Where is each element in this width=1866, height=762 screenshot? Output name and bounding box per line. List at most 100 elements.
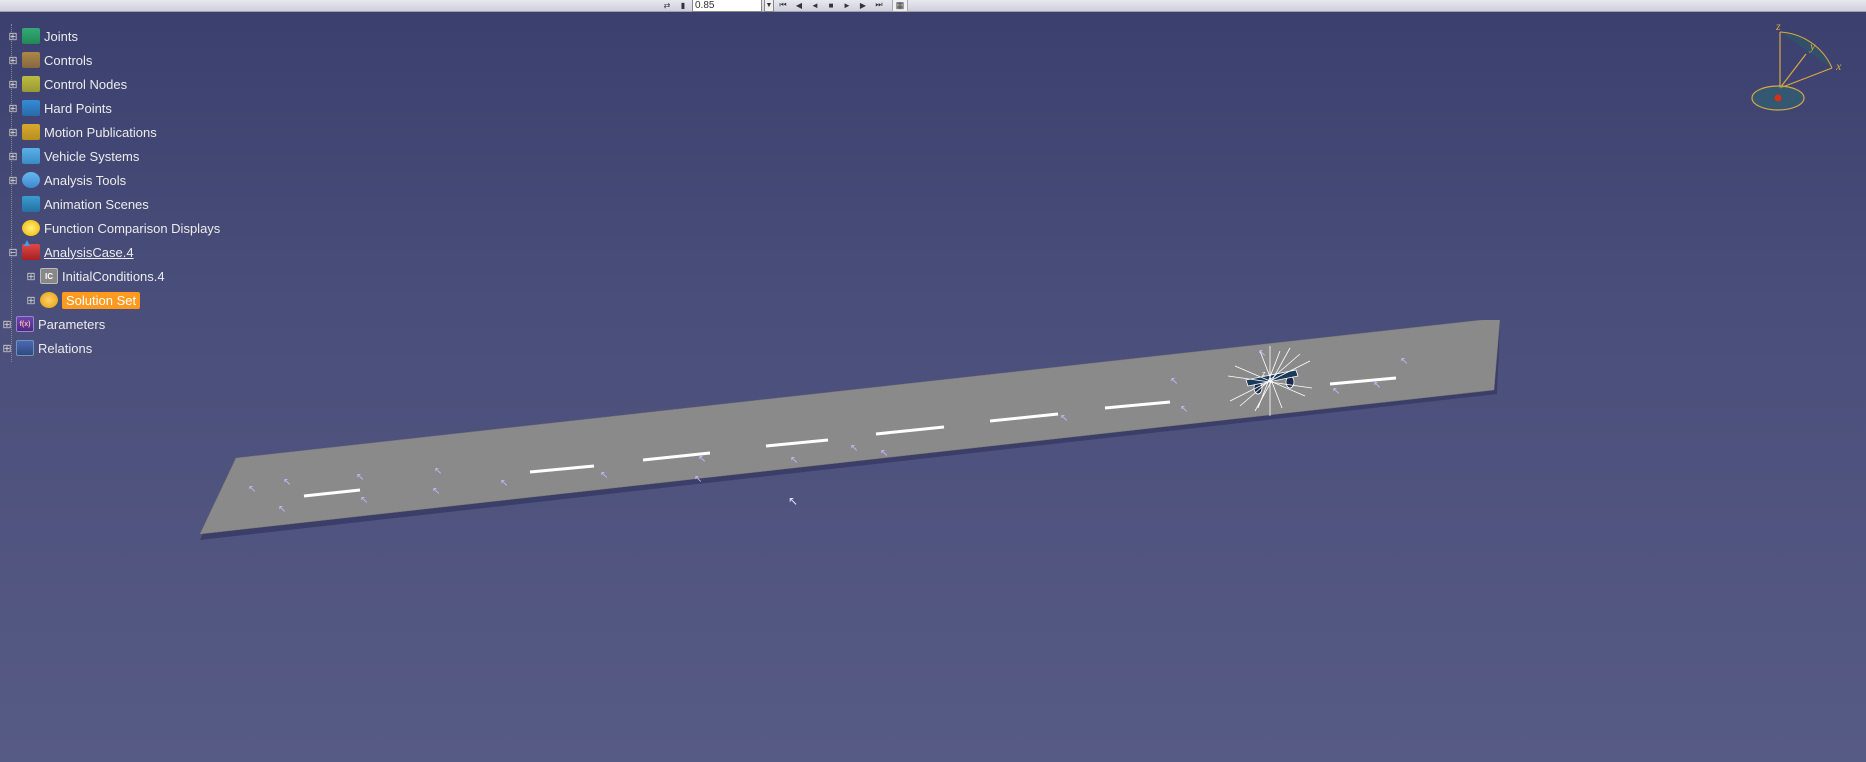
tree-item-label: Joints	[44, 29, 78, 44]
playback-dropdown-icon[interactable]: ▼	[764, 0, 774, 12]
tree-item-label: Function Comparison Displays	[44, 221, 220, 236]
tree-item-hard-points[interactable]: Hard Points	[6, 96, 266, 120]
expander-icon[interactable]	[6, 173, 20, 187]
expander-icon[interactable]	[6, 149, 20, 163]
tree-item-label: Vehicle Systems	[44, 149, 139, 164]
playback-next-button[interactable]: ▶	[856, 0, 870, 12]
playback-value-input[interactable]: 0.85	[692, 0, 762, 12]
road-marker-icon: ↖	[360, 497, 368, 505]
tree-item-vehicle-systems[interactable]: Vehicle Systems	[6, 144, 266, 168]
road-marker-icon: ↖	[850, 445, 858, 453]
tree-item-solution-set[interactable]: Solution Set	[6, 288, 266, 312]
expander-icon[interactable]	[6, 29, 20, 43]
road-marker-icon: ↖	[278, 506, 286, 514]
spec-tree: Joints Controls Control Nodes Hard Points Mo…	[6, 24, 266, 360]
road-marker-icon: ↖	[1332, 388, 1340, 396]
expander-icon[interactable]	[24, 293, 38, 307]
road-marker-icon: ↖	[1170, 378, 1178, 386]
motion-icon	[22, 124, 40, 140]
road-marker-icon: ↖	[698, 456, 706, 464]
tree-item-function-comparison-displays[interactable]: Function Comparison Displays	[6, 216, 266, 240]
hardpts-icon	[22, 100, 40, 116]
tree-item-controls[interactable]: Controls	[6, 48, 266, 72]
mouse-cursor-icon: ↖	[788, 494, 798, 508]
expander-icon	[6, 197, 20, 211]
road-marker-icon: ↖	[283, 479, 291, 487]
playback-grid-icon[interactable]: ▦	[892, 0, 908, 12]
svg-text:z: z	[1262, 371, 1266, 378]
road-marker-icon: ↖	[1180, 406, 1188, 414]
playback-last-button[interactable]: ⏭	[872, 0, 886, 12]
tree-item-relations[interactable]: Relations	[0, 336, 266, 360]
analysis-icon	[22, 172, 40, 188]
viewport-3d[interactable]: z ↖ ↖ ↖ ↖ ↖ ↖ ↖ ↖ ↖ ↖ ↖ ↖ ↖ ↖ ↖ ↖ ↖ ↖ ↖ ↖ ↖ ↖	[0, 0, 1866, 762]
ctrlnodes-icon	[22, 76, 40, 92]
expander-icon[interactable]	[6, 101, 20, 115]
road-marker-icon: ↖	[1258, 350, 1266, 358]
anim-icon	[22, 196, 40, 212]
road-marker-icon: ↖	[248, 486, 256, 494]
funcc-icon	[22, 220, 40, 236]
tree-item-joints[interactable]: Joints	[6, 24, 266, 48]
playback-left-arrow-icon[interactable]: ⇄	[660, 0, 674, 12]
playback-play-button[interactable]: ►	[840, 0, 854, 12]
road-marker-icon: ↖	[1400, 358, 1408, 366]
playback-prev-button[interactable]: ◀	[792, 0, 806, 12]
axis-x-label: x	[1835, 59, 1842, 73]
road-marker-icon: ↖	[1060, 415, 1068, 423]
ic-icon: IC	[40, 268, 58, 284]
tree-item-motion-publications[interactable]: Motion Publications	[6, 120, 266, 144]
tree-item-initialconditions-4[interactable]: IC InitialConditions.4	[6, 264, 266, 288]
expander-icon[interactable]	[0, 317, 14, 331]
vehicle-icon	[22, 148, 40, 164]
expander-icon[interactable]	[6, 53, 20, 67]
expander-icon[interactable]	[6, 77, 20, 91]
tree-item-label: Animation Scenes	[44, 197, 149, 212]
params-icon: f(x)	[16, 316, 34, 332]
joints-icon	[22, 28, 40, 44]
sol-icon	[40, 292, 58, 308]
tree-item-label: Parameters	[38, 317, 105, 332]
axis-z-label: z	[1775, 24, 1781, 33]
road-marker-icon: ↖	[500, 480, 508, 488]
tree-item-label: Motion Publications	[44, 125, 157, 140]
tree-item-animation-scenes[interactable]: Animation Scenes	[6, 192, 266, 216]
expander-icon[interactable]	[6, 245, 20, 259]
road-marker-icon: ↖	[432, 488, 440, 496]
axis-y-label: y	[1809, 39, 1816, 53]
expander-icon[interactable]	[24, 269, 38, 283]
tree-item-label: Hard Points	[44, 101, 112, 116]
rel-icon	[16, 340, 34, 356]
view-compass[interactable]: z x y	[1728, 24, 1848, 124]
vehicle-wireframe: z	[1220, 346, 1320, 416]
road-marker-icon: ↖	[600, 472, 608, 480]
playback-stop-button[interactable]: ■	[824, 0, 838, 12]
top-toolbar: ⇄ ▮ 0.85 ▼ ⏮ ◀ ◄ ■ ► ▶ ⏭ ▦	[0, 0, 1866, 12]
tree-item-label: Controls	[44, 53, 92, 68]
road-marker-icon: ↖	[694, 476, 702, 484]
tree-item-label: Control Nodes	[44, 77, 127, 92]
road-marker-icon: ↖	[790, 457, 798, 465]
road-marker-icon: ↖	[356, 474, 364, 482]
expander-icon[interactable]	[6, 125, 20, 139]
playback-back-button[interactable]: ◄	[808, 0, 822, 12]
expander-icon	[6, 221, 20, 235]
tree-item-label: Relations	[38, 341, 92, 356]
road-marker-icon: ↖	[880, 450, 888, 458]
expander-icon[interactable]	[0, 341, 14, 355]
road-marker-icon: ↖	[434, 468, 442, 476]
controls-icon	[22, 52, 40, 68]
playback-slider-icon[interactable]: ▮	[676, 0, 690, 12]
lane-dashes	[304, 378, 1396, 496]
playback-controls: ⇄ ▮ 0.85 ▼ ⏮ ◀ ◄ ■ ► ▶ ⏭ ▦	[660, 0, 908, 12]
tree-item-analysiscase-4[interactable]: AnalysisCase.4	[6, 240, 266, 264]
tree-item-label: Solution Set	[62, 292, 140, 309]
road-marker-icon: ↖	[1373, 382, 1381, 390]
tree-item-parameters[interactable]: f(x) Parameters	[0, 312, 266, 336]
tree-item-label: Analysis Tools	[44, 173, 126, 188]
playback-first-button[interactable]: ⏮	[776, 0, 790, 12]
tree-item-control-nodes[interactable]: Control Nodes	[6, 72, 266, 96]
case-icon	[22, 244, 40, 260]
tree-item-analysis-tools[interactable]: Analysis Tools	[6, 168, 266, 192]
tree-item-label: InitialConditions.4	[62, 269, 165, 284]
